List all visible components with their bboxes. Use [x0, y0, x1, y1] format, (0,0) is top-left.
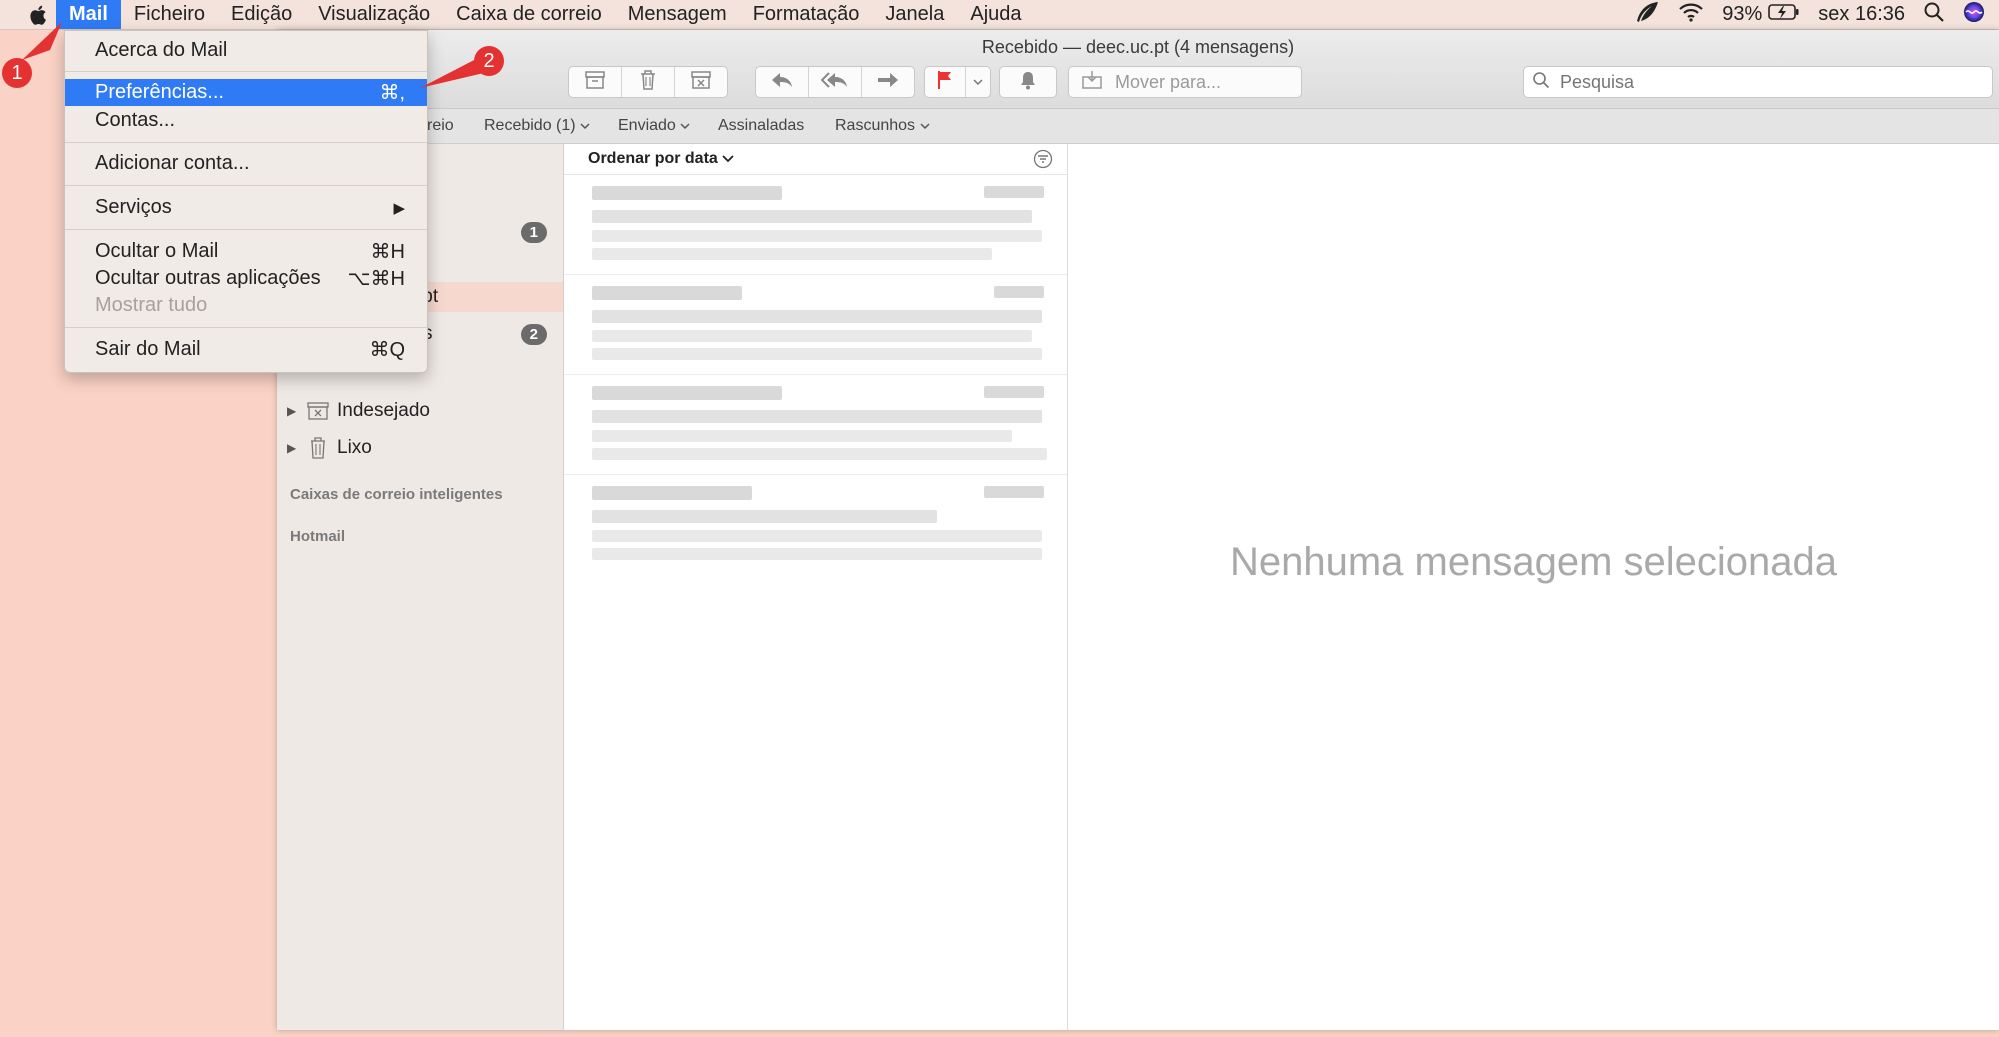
annotation-arrows	[22, 22, 488, 88]
annotation-marker-2: 2	[474, 46, 504, 76]
annotation-arrow-1	[22, 22, 62, 60]
annotation-marker-1: 1	[2, 58, 32, 88]
